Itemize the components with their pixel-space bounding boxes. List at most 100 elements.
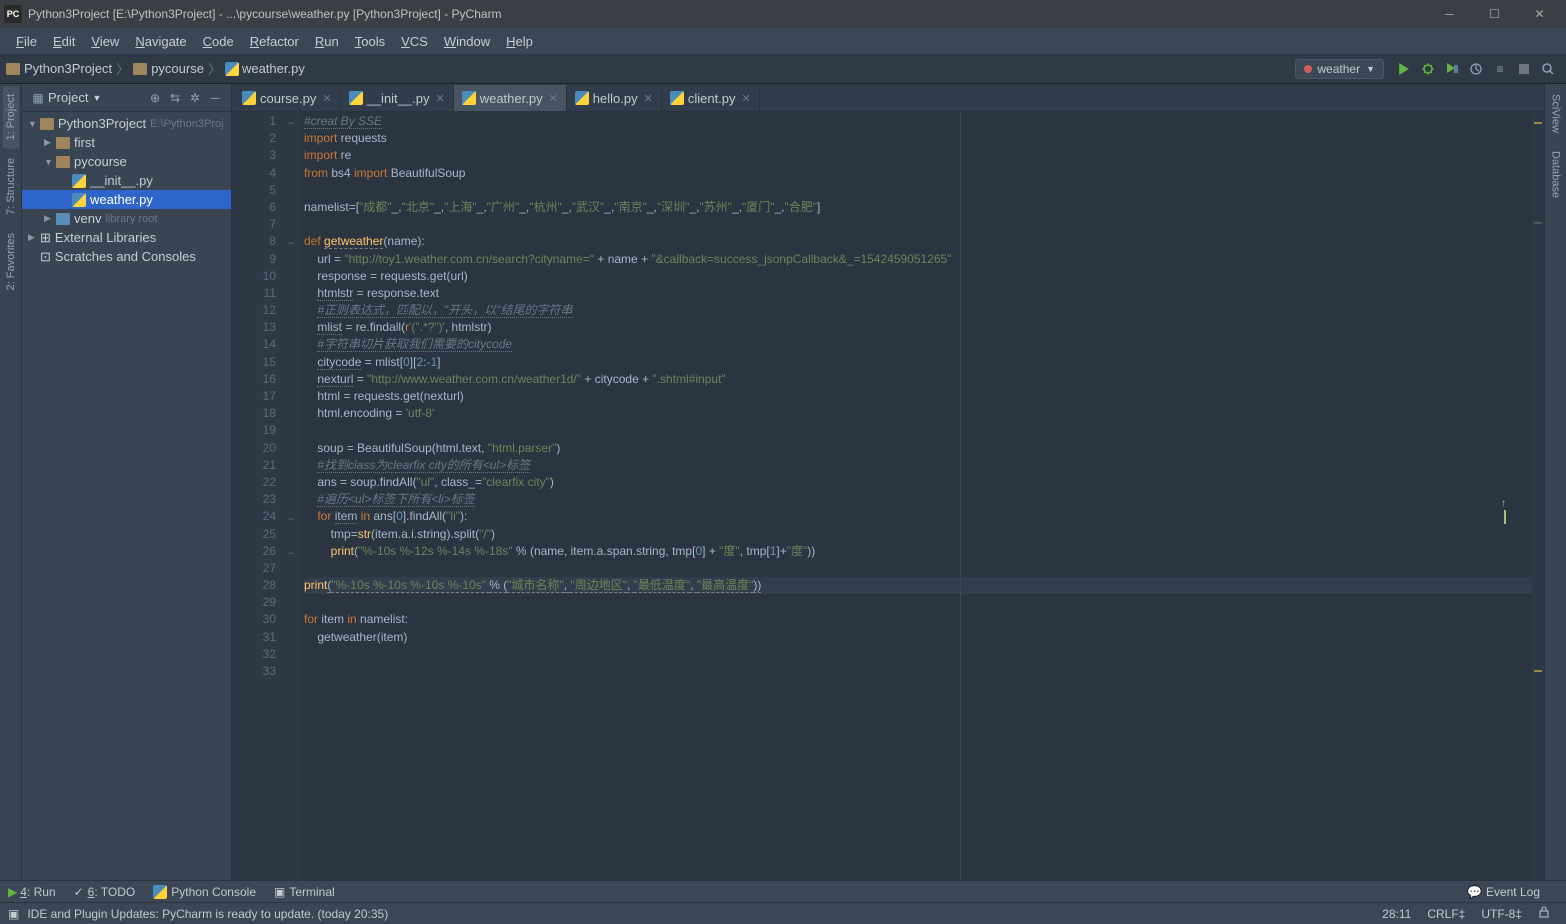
menu-refactor[interactable]: Refactor	[242, 32, 307, 51]
tab-label: course.py	[260, 91, 316, 106]
right-tool-gutter: SciView Database	[1544, 84, 1566, 880]
fold-toggle[interactable]: −	[286, 115, 296, 125]
fold-toggle[interactable]: −	[286, 545, 296, 555]
breadcrumb-project: Python3Project	[24, 61, 112, 76]
breadcrumb[interactable]: Python3Project 〉 pycourse 〉 weather.py	[6, 59, 305, 78]
folder-icon	[40, 118, 54, 130]
project-view-icon[interactable]: ▦	[28, 91, 48, 105]
settings-icon[interactable]: ✲	[185, 91, 205, 105]
file-encoding[interactable]: UTF-8‡	[1481, 907, 1522, 921]
tree-node[interactable]: ▶first	[22, 133, 231, 152]
concurrency-button[interactable]: ≡	[1489, 58, 1511, 80]
editor-tab[interactable]: client.py✕	[662, 85, 760, 111]
python-icon	[153, 885, 167, 899]
error-stripe[interactable]	[1532, 112, 1544, 880]
tool-tab-database[interactable]: Database	[1548, 143, 1564, 206]
tab-label: __init__.py	[367, 91, 430, 106]
maximize-button[interactable]: ☐	[1472, 0, 1517, 28]
run-coverage-button[interactable]	[1441, 58, 1463, 80]
caret-position[interactable]: 28:11	[1382, 907, 1411, 921]
tool-tab-run[interactable]: ▶4: Run	[8, 885, 56, 899]
app-icon: PC	[4, 5, 22, 23]
tool-tab-favorites[interactable]: 2: Favorites	[3, 225, 19, 298]
tool-tab-project[interactable]: 1: Project	[3, 86, 19, 148]
status-bar: ▣ IDE and Plugin Updates: PyCharm is rea…	[0, 902, 1566, 924]
project-tool-window: ▦ Project▼ ⊕ ⇆ ✲ ─ ▼Python3ProjectE:\Pyt…	[22, 84, 232, 880]
tree-label: External Libraries	[55, 230, 156, 245]
python-file-icon	[670, 91, 684, 105]
menu-edit[interactable]: Edit	[45, 32, 83, 51]
collapse-all-icon[interactable]: ⇆	[165, 91, 185, 105]
window-title-bar: PC Python3Project [E:\Python3Project] - …	[0, 0, 1566, 28]
run-button[interactable]	[1393, 58, 1415, 80]
fold-gutter[interactable]: − − − −	[284, 112, 300, 880]
code-content[interactable]: #creat By SSEimport requestsimport refro…	[300, 112, 1532, 880]
bottom-tool-bar: ▶4: Run ✓ 6: TODO Python Console ▣Terminal 💬…	[0, 880, 1566, 902]
tree-node[interactable]: weather.py	[22, 190, 231, 209]
toggle-tools-icon[interactable]: ▣	[8, 907, 19, 921]
tree-node[interactable]: ▼Python3ProjectE:\Python3Proj	[22, 114, 231, 133]
close-tab-icon[interactable]: ✕	[742, 92, 751, 105]
tree-label: Scratches and Consoles	[55, 249, 196, 264]
menu-window[interactable]: Window	[436, 32, 498, 51]
menu-run[interactable]: Run	[307, 32, 347, 51]
debug-button[interactable]	[1417, 58, 1439, 80]
project-pane-header: ▦ Project▼ ⊕ ⇆ ✲ ─	[22, 84, 231, 112]
lock-icon	[1538, 906, 1550, 918]
tree-node[interactable]: ▶⊞External Libraries	[22, 228, 231, 247]
scratch-icon: ⊡	[40, 249, 51, 265]
tool-tab-pythonconsole[interactable]: Python Console	[153, 885, 256, 899]
tool-tab-todo[interactable]: ✓ 6: TODO	[74, 885, 136, 899]
menu-view[interactable]: View	[83, 32, 127, 51]
menu-vcs[interactable]: VCS	[393, 32, 436, 51]
tool-tab-terminal[interactable]: ▣Terminal	[274, 885, 335, 899]
tree-label: weather.py	[90, 192, 153, 207]
line-number-gutter[interactable]: 1234567891011121314151617181920212223242…	[232, 112, 284, 880]
close-tab-icon[interactable]: ✕	[644, 92, 653, 105]
event-log-label: Event Log	[1486, 885, 1540, 899]
project-tree[interactable]: ▼Python3ProjectE:\Python3Proj▶first▼pyco…	[22, 112, 231, 268]
speech-bubble-icon: 💬	[1467, 885, 1482, 899]
terminal-icon: ▣	[274, 885, 285, 899]
editor-tab[interactable]: __init__.py ✕	[341, 85, 454, 111]
tool-label: 6: TODO	[88, 885, 136, 899]
close-tab-icon[interactable]: ✕	[435, 92, 444, 105]
close-tab-icon[interactable]: ✕	[322, 92, 331, 105]
run-configuration-selector[interactable]: weather ▼	[1295, 59, 1384, 79]
breadcrumb-folder: pycourse	[151, 61, 204, 76]
left-tool-gutter: 1: Project 7: Structure 2: Favorites	[0, 84, 22, 880]
line-separator[interactable]: CRLF‡	[1427, 907, 1465, 921]
menu-file[interactable]: File	[8, 32, 45, 51]
event-log-button[interactable]: 💬 Event Log	[1467, 885, 1540, 899]
editor-tab[interactable]: course.py ✕	[234, 85, 341, 111]
fold-toggle[interactable]: −	[286, 511, 296, 521]
todo-icon: ✓	[74, 885, 84, 899]
editor-tab[interactable]: weather.py✕	[454, 85, 567, 111]
menu-tools[interactable]: Tools	[347, 32, 393, 51]
tree-node[interactable]: ⊡ Scratches and Consoles	[22, 247, 231, 266]
tree-node[interactable]: ▼pycourse	[22, 152, 231, 171]
tool-tab-sciview[interactable]: SciView	[1548, 86, 1564, 141]
minimize-button[interactable]: ─	[1427, 0, 1472, 28]
close-button[interactable]: ✕	[1517, 0, 1562, 28]
close-tab-icon[interactable]: ✕	[549, 92, 558, 105]
python-file-icon	[462, 91, 476, 105]
tool-tab-structure[interactable]: 7: Structure	[3, 150, 19, 223]
readonly-toggle[interactable]	[1538, 906, 1550, 921]
tree-node[interactable]: ▶venvlibrary root	[22, 209, 231, 228]
hide-panel-icon[interactable]: ─	[205, 91, 225, 105]
run-config-dot-icon	[1304, 65, 1312, 73]
tree-node[interactable]: __init__.py	[22, 171, 231, 190]
profile-button[interactable]	[1465, 58, 1487, 80]
stop-button[interactable]	[1513, 58, 1535, 80]
editor-tab[interactable]: hello.py✕	[567, 85, 662, 111]
menu-help[interactable]: Help	[498, 32, 541, 51]
menu-navigate[interactable]: Navigate	[127, 32, 194, 51]
menu-code[interactable]: Code	[195, 32, 242, 51]
search-everywhere-button[interactable]	[1537, 58, 1559, 80]
breadcrumb-file: weather.py	[242, 61, 305, 76]
locate-file-icon[interactable]: ⊕	[145, 91, 165, 105]
code-editor[interactable]: 1234567891011121314151617181920212223242…	[232, 112, 1544, 880]
project-view-selector[interactable]: Project▼	[48, 90, 145, 105]
fold-toggle[interactable]: −	[286, 235, 296, 245]
